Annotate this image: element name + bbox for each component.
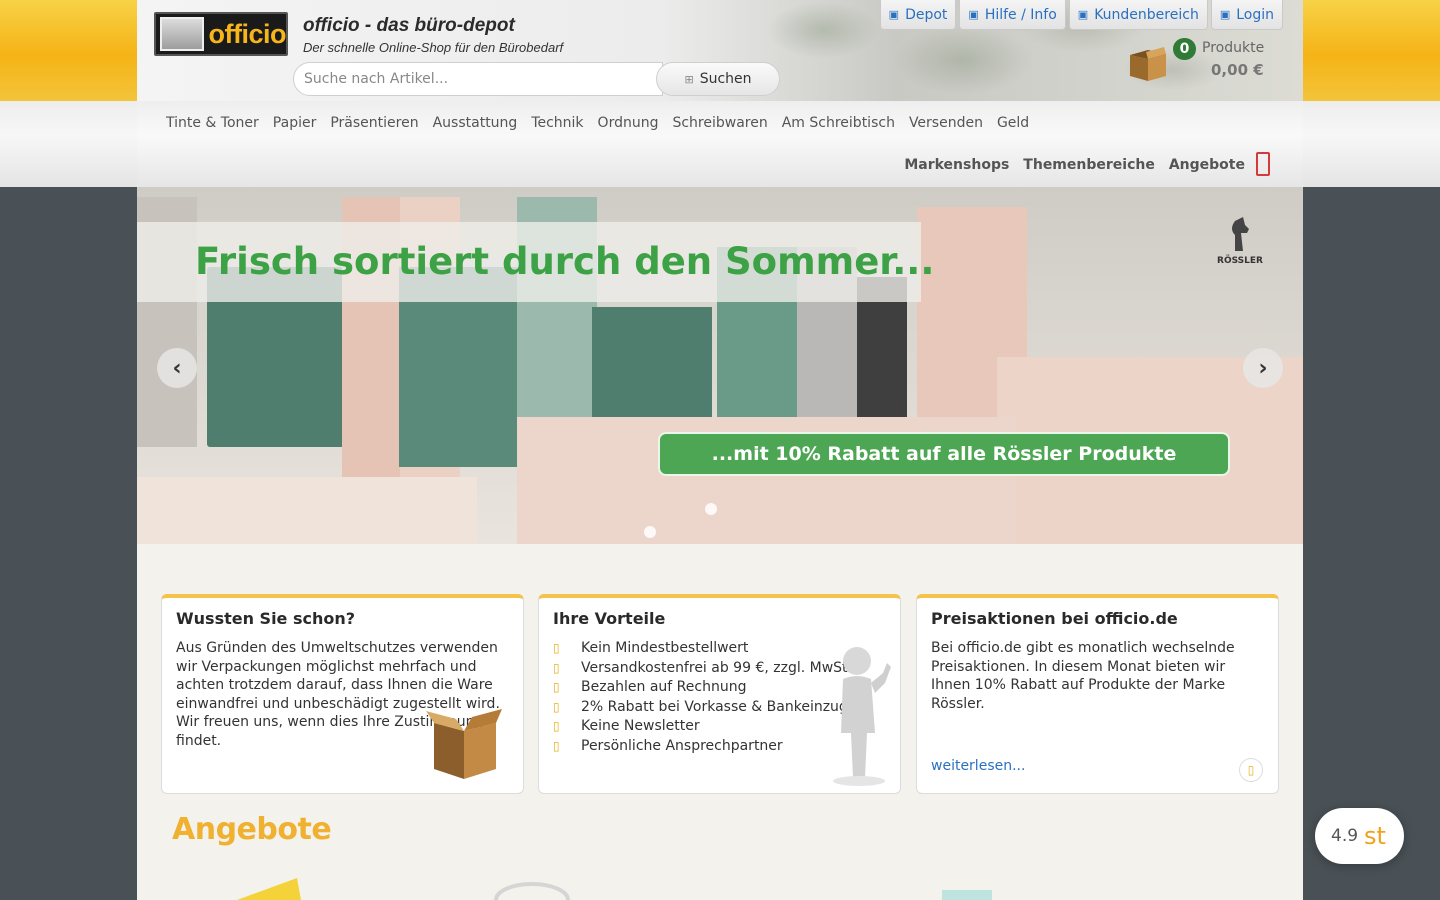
list-item: ▯ 2% Rabatt bei Vorkasse & Bankeinzug: [553, 698, 852, 718]
read-more-icon[interactable]: ▯: [1239, 758, 1263, 782]
nav-item[interactable]: Geld: [997, 115, 1029, 131]
nav-item[interactable]: Präsentieren: [330, 115, 418, 131]
logo-box-icon: [160, 17, 204, 51]
benefits-list: ▯ Kein Mindestbestellwert ▯ Versandkostenf…: [553, 639, 852, 757]
header: officio officio - das büro-depot Der sch…: [137, 0, 1303, 101]
nav-item[interactable]: Papier: [273, 115, 317, 131]
rating-widget[interactable]: 4.9 st: [1315, 808, 1404, 864]
nav-item[interactable]: Tinte & Toner: [166, 115, 259, 131]
page: officio officio - das büro-depot Der sch…: [137, 0, 1303, 900]
nav-themenbereiche[interactable]: Themenbereiche: [1023, 157, 1155, 173]
site-logo[interactable]: officio: [154, 12, 288, 56]
offer-product-thumbnail[interactable]: [492, 880, 572, 900]
user-icon: ▣: [1077, 8, 1089, 21]
chevron-left-icon: ‹: [172, 355, 182, 381]
toplink-label: Depot: [905, 6, 948, 23]
benefit-text: Keine Newsletter: [581, 718, 700, 735]
nav-angebote[interactable]: Angebote: [1169, 157, 1245, 173]
nav-markenshops[interactable]: Markenshops: [904, 157, 1009, 173]
toplink-kundenbereich[interactable]: ▣ Kundenbereich: [1068, 0, 1208, 30]
list-item: ▯ Persönliche Ansprechpartner: [553, 737, 852, 757]
box-text: Bei officio.de gibt es monatlich wechsel…: [931, 640, 1235, 712]
rating-score: 4.9: [1331, 826, 1359, 846]
site-subtitle: Der schnelle Online-Shop für den Bürobed…: [303, 40, 564, 55]
search-input[interactable]: [293, 62, 663, 96]
slider-dot[interactable]: [705, 503, 717, 515]
cardboard-box-icon: [426, 709, 502, 779]
check-icon: ▯: [553, 680, 560, 695]
check-icon: ▯: [553, 719, 560, 734]
slide-cta-button[interactable]: ...mit 10% Rabatt auf alle Rössler Produ…: [658, 432, 1230, 476]
info-box-benefits: Ihre Vorteile ▯ Kein Mindestbestellwert ▯…: [538, 594, 901, 794]
nav-item[interactable]: Ausstattung: [433, 115, 518, 131]
cart-box-icon[interactable]: [1126, 45, 1168, 83]
list-item: ▯ Kein Mindestbestellwert: [553, 639, 852, 659]
menu-extra-icon[interactable]: [1256, 152, 1270, 176]
nav-item[interactable]: Technik: [531, 115, 583, 131]
figure-thumbs-up-icon: [833, 647, 891, 786]
check-icon: ▯: [553, 738, 560, 753]
benefit-text: Persönliche Ansprechpartner: [581, 737, 783, 754]
top-links: ▣ Depot ▣ Hilfe / Info ▣ Kundenbereich ▣…: [879, 0, 1283, 30]
slider-prev-button[interactable]: ‹: [157, 348, 197, 388]
check-icon: ▯: [553, 660, 560, 675]
read-more-link[interactable]: weiterlesen...: [931, 758, 1025, 774]
list-item: ▯ Versandkostenfrei ab 99 €, zzgl. MwSt.: [553, 659, 852, 679]
benefit-text: 2% Rabatt bei Vorkasse & Bankeinzug: [581, 698, 848, 715]
toplink-hilfe[interactable]: ▣ Hilfe / Info: [959, 0, 1066, 30]
info-icon: ▣: [968, 8, 979, 21]
slider-next-button[interactable]: ›: [1243, 348, 1283, 388]
login-icon: ▣: [1219, 8, 1231, 21]
slider-dot[interactable]: [644, 526, 656, 538]
star-icon: st: [1364, 822, 1386, 850]
info-box-promotions: Preisaktionen bei officio.de Bei officio…: [916, 594, 1279, 794]
offers-heading: Angebote: [172, 812, 332, 847]
secondary-menu: Markenshops Themenbereiche Angebote: [904, 157, 1245, 173]
benefit-text: Versandkostenfrei ab 99 €, zzgl. MwSt.: [581, 659, 852, 676]
main-navigation: Tinte & Toner Papier Präsentieren Aussta…: [137, 101, 1303, 187]
slide-title: Frisch sortiert durch den Sommer...: [195, 240, 935, 283]
toplink-depot[interactable]: ▣ Depot: [879, 0, 957, 30]
category-menu: Tinte & Toner Papier Präsentieren Aussta…: [166, 115, 1029, 131]
brand-label: RÖSSLER: [1217, 256, 1263, 266]
search-button-label: Suchen: [699, 71, 752, 87]
nav-item[interactable]: Versenden: [909, 115, 983, 131]
offer-product-thumbnail[interactable]: [937, 886, 997, 900]
nav-item[interactable]: Schreibwaren: [672, 115, 767, 131]
list-item: ▯ Bezahlen auf Rechnung: [553, 678, 852, 698]
search-icon: ⊞: [684, 72, 694, 86]
offer-product-thumbnail[interactable]: [227, 878, 307, 900]
benefit-text: Bezahlen auf Rechnung: [581, 679, 747, 696]
list-item: ▯ Keine Newsletter: [553, 717, 852, 737]
toplink-login[interactable]: ▣ Login: [1210, 0, 1283, 30]
depot-icon: ▣: [888, 8, 900, 21]
cart-total[interactable]: 0,00 €: [1211, 61, 1264, 79]
box-title: Wussten Sie schon?: [176, 609, 356, 628]
cart-count-badge[interactable]: 0: [1173, 38, 1196, 60]
cart-label[interactable]: Produkte: [1202, 40, 1264, 56]
check-icon: ▯: [553, 641, 560, 655]
toplink-label: Hilfe / Info: [984, 6, 1057, 23]
horse-icon: [1232, 217, 1249, 251]
toplink-label: Login: [1236, 6, 1274, 23]
slide-shape: [137, 477, 477, 544]
logo-text: officio: [208, 18, 287, 49]
site-title: officio - das büro-depot: [303, 15, 515, 36]
roessler-brand-logo: RÖSSLER: [1215, 215, 1265, 271]
box-title: Ihre Vorteile: [553, 609, 666, 628]
hero-slider: Frisch sortiert durch den Sommer... RÖSS…: [137, 187, 1303, 544]
check-icon: ▯: [553, 699, 560, 714]
search-button[interactable]: ⊞ Suchen: [656, 62, 780, 96]
box-title: Preisaktionen bei officio.de: [931, 609, 1178, 628]
info-box-tip: Wussten Sie schon? Aus Gründen des Umwel…: [161, 594, 524, 794]
toplink-label: Kundenbereich: [1094, 6, 1199, 23]
nav-item[interactable]: Ordnung: [598, 115, 659, 131]
nav-item[interactable]: Am Schreibtisch: [782, 115, 895, 131]
chevron-right-icon: ›: [1258, 355, 1268, 381]
benefit-text: Kein Mindestbestellwert: [581, 640, 749, 656]
